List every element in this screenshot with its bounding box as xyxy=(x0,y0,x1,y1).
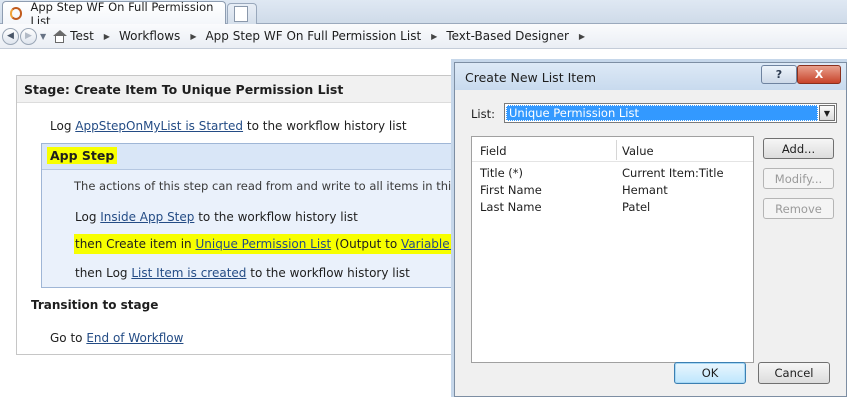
modify-button[interactable]: Modify... xyxy=(763,168,834,189)
breadcrumb-item[interactable]: Test xyxy=(70,29,94,43)
dialog-title: Create New List Item xyxy=(465,70,597,85)
row-field[interactable]: Last Name xyxy=(480,200,542,214)
new-tab-icon xyxy=(234,6,248,22)
help-icon: ? xyxy=(775,68,783,81)
close-button[interactable]: X xyxy=(797,65,841,84)
close-icon: X xyxy=(814,68,824,81)
loading-icon xyxy=(10,7,23,20)
stage-title: Stage: Create Item To Unique Permission … xyxy=(17,76,485,103)
home-icon[interactable] xyxy=(52,29,68,43)
stage-box: Stage: Create Item To Unique Permission … xyxy=(16,75,506,355)
forward-button[interactable]: ▶ xyxy=(20,27,37,45)
app-step-description: The actions of this step can read from a… xyxy=(74,179,486,193)
breadcrumb-item[interactable]: Workflows xyxy=(119,29,180,43)
list-label: List: xyxy=(471,107,495,121)
create-item-action: then Create item in Unique Permission Li… xyxy=(74,234,506,254)
action-text: then Log xyxy=(75,266,128,280)
action-text: to the workflow history list xyxy=(198,210,358,224)
action-text: to the workflow history list xyxy=(250,266,410,280)
log-action: Log Inside App Step to the workflow hist… xyxy=(75,210,358,224)
chevron-right-icon: ▶ xyxy=(431,31,438,41)
action-text: Log xyxy=(50,119,72,133)
browser-tab[interactable]: App Step WF On Full Permission List xyxy=(2,0,226,28)
remove-button[interactable]: Remove xyxy=(763,198,834,219)
log-action: Log AppStepOnMyList is Started to the wo… xyxy=(50,119,407,133)
cancel-button[interactable]: Cancel xyxy=(758,362,830,384)
app-step-block: App Step The actions of this step can re… xyxy=(41,143,506,288)
chevron-down-icon[interactable]: ▼ xyxy=(819,105,835,121)
action-text: Log xyxy=(75,210,97,224)
help-button[interactable]: ? xyxy=(761,65,797,84)
action-text: (Output to xyxy=(334,237,398,251)
list-selected-value: Unique Permission List xyxy=(506,105,818,121)
breadcrumb-item[interactable]: App Step WF On Full Permission List xyxy=(205,29,421,43)
header-divider xyxy=(472,161,753,162)
list-link[interactable]: Unique Permission List xyxy=(196,237,332,251)
column-header-field[interactable]: Field xyxy=(480,144,507,158)
column-divider[interactable] xyxy=(616,140,617,160)
create-item-dialog: Create New List Item ? X List: Unique Pe… xyxy=(454,62,847,397)
breadcrumb: ◀ ▶ ▼ Test ▶ Workflows ▶ App Step WF On … xyxy=(0,24,847,49)
chevron-right-icon: ▶ xyxy=(103,31,110,41)
row-value[interactable]: Hemant xyxy=(622,183,668,197)
list-dropdown[interactable]: Unique Permission List ▼ xyxy=(504,103,837,123)
new-tab-button[interactable] xyxy=(227,3,257,24)
column-header-value[interactable]: Value xyxy=(622,144,654,158)
row-value[interactable]: Current Item:Title xyxy=(622,166,724,180)
transition-title: Transition to stage xyxy=(31,298,159,312)
row-value[interactable]: Patel xyxy=(622,200,650,214)
app-step-title: App Step xyxy=(47,147,118,164)
row-field[interactable]: Title (*) xyxy=(480,166,523,180)
chevron-right-icon: ▶ xyxy=(578,31,586,41)
fields-list[interactable]: Field Value Title (*) Current Item:Title… xyxy=(471,136,754,363)
action-text: Go to xyxy=(50,331,83,345)
app-step-header: App Step xyxy=(42,144,480,170)
action-text: then Create item in xyxy=(75,237,192,251)
action-text: to the workflow history list xyxy=(246,119,407,133)
row-field[interactable]: First Name xyxy=(480,183,542,197)
log-action: then Log List Item is created to the wor… xyxy=(75,266,410,280)
add-button[interactable]: Add... xyxy=(763,138,834,159)
breadcrumb-item[interactable]: Text-Based Designer xyxy=(446,29,569,43)
message-link[interactable]: AppStepOnMyList is Started xyxy=(75,119,243,133)
stage-link[interactable]: End of Workflow xyxy=(86,331,183,345)
message-link[interactable]: Inside App Step xyxy=(100,210,194,224)
chevron-right-icon: ▶ xyxy=(190,31,197,41)
goto-action: Go to End of Workflow xyxy=(50,331,183,345)
back-button[interactable]: ◀ xyxy=(2,27,19,45)
dialog-body: List: Unique Permission List ▼ Field Val… xyxy=(460,90,841,393)
message-link[interactable]: List Item is created xyxy=(131,266,246,280)
tab-strip: App Step WF On Full Permission List xyxy=(0,0,847,28)
ok-button[interactable]: OK xyxy=(674,362,746,384)
chevron-down-icon[interactable]: ▼ xyxy=(40,32,46,41)
